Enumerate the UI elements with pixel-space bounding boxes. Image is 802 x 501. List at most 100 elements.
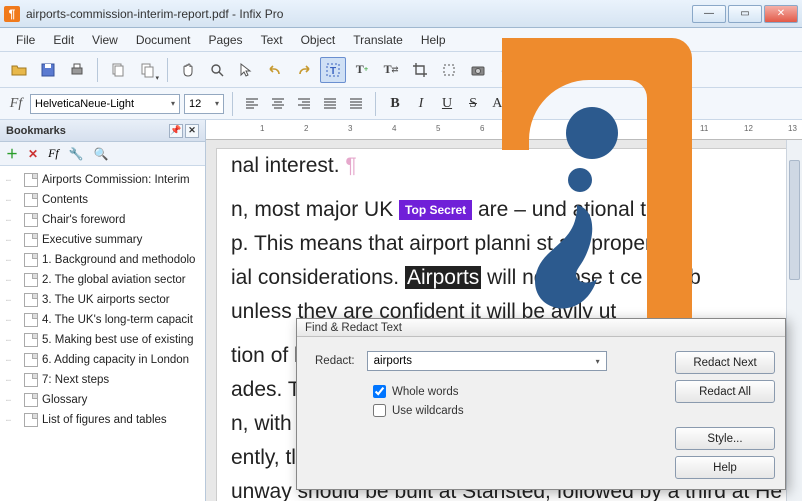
print-icon[interactable]	[64, 57, 90, 83]
align-justify-icon[interactable]	[319, 93, 341, 115]
align-right-icon[interactable]	[293, 93, 315, 115]
text-plus-icon[interactable]: T+	[349, 57, 375, 83]
camera-icon[interactable]	[465, 57, 491, 83]
font-label-icon: Ff	[6, 94, 26, 114]
font-combo[interactable]: HelveticaNeue-Light▾	[30, 94, 180, 114]
panel-pin-icon[interactable]: 📌	[169, 124, 183, 138]
bold-icon[interactable]: B	[384, 93, 406, 115]
subscript-icon[interactable]: A	[514, 93, 536, 115]
align-left-icon[interactable]	[241, 93, 263, 115]
bookmark-item: ┈Glossary	[2, 390, 203, 410]
dialog-title[interactable]: Find & Redact Text	[297, 319, 785, 337]
bookmark-item: ┈List of figures and tables	[2, 410, 203, 430]
minimize-button[interactable]: —	[692, 5, 726, 23]
bookmark-item: ┈7: Next steps	[2, 370, 203, 390]
eyedropper-icon[interactable]	[535, 57, 561, 83]
redo-icon[interactable]	[291, 57, 317, 83]
align-center-icon[interactable]	[267, 93, 289, 115]
link-icon[interactable]	[494, 57, 520, 83]
menu-pages[interactable]: Pages	[201, 31, 251, 49]
page-icon	[24, 173, 38, 187]
page-icon	[24, 393, 38, 407]
color-label: Col	[609, 64, 626, 76]
align-justify-all-icon[interactable]	[345, 93, 367, 115]
page-icon	[24, 273, 38, 287]
redact-input[interactable]: airports▾	[367, 351, 607, 371]
page-icon	[24, 293, 38, 307]
titlebar: ¶ airports-commission-interim-report.pdf…	[0, 0, 802, 28]
select-rect-icon[interactable]	[436, 57, 462, 83]
strike-icon[interactable]: S	[462, 93, 484, 115]
bookmark-item: ┈Airports Commission: Interim	[2, 170, 203, 190]
linked-text-icon[interactable]: T⇄	[378, 57, 404, 83]
hand-icon[interactable]	[175, 57, 201, 83]
bookmark-item: ┈5. Making best use of existing	[2, 330, 203, 350]
scrollbar-thumb[interactable]	[789, 160, 800, 280]
app-icon: ¶	[4, 6, 20, 22]
bookmark-find-icon[interactable]: 🔍	[94, 147, 109, 161]
page-icon	[24, 333, 38, 347]
redact-next-button[interactable]: Redact Next	[675, 351, 775, 374]
bookmark-item: ┈Chair's foreword	[2, 210, 203, 230]
redact-label: Redact:	[315, 355, 355, 367]
bookmarks-toolbar: ＋ ✕ Ff 🔧 🔍	[0, 142, 205, 166]
pilcrow-icon: ¶	[345, 154, 356, 177]
bookmark-item: ┈Executive summary	[2, 230, 203, 250]
maximize-button[interactable]: ▭	[728, 5, 762, 23]
bookmarks-tree[interactable]: ┈Airports Commission: Interim ┈Contents …	[0, 166, 205, 501]
page-icon	[24, 413, 38, 427]
bookmark-item: ┈1. Background and methodolo	[2, 250, 203, 270]
bookmark-wrench-icon[interactable]: 🔧	[69, 147, 84, 161]
window-title: airports-commission-interim-report.pdf -…	[26, 7, 692, 21]
pointer-icon[interactable]	[233, 57, 259, 83]
delete-bookmark-icon[interactable]: ✕	[28, 147, 38, 161]
bookmark-item: ┈4. The UK's long-term capacit	[2, 310, 203, 330]
menu-text[interactable]: Text	[253, 31, 291, 49]
text-tool-icon[interactable]: T	[320, 57, 346, 83]
menu-document[interactable]: Document	[128, 31, 199, 49]
bookmarks-title: Bookmarks	[6, 125, 66, 137]
add-bookmark-icon[interactable]: ＋	[6, 145, 18, 162]
italic-icon[interactable]: I	[410, 93, 432, 115]
bookmark-font-icon[interactable]: Ff	[48, 146, 59, 161]
menu-view[interactable]: View	[84, 31, 126, 49]
highlighted-word[interactable]: Airports	[405, 266, 481, 289]
menu-edit[interactable]: Edit	[45, 31, 82, 49]
open-icon[interactable]	[6, 57, 32, 83]
zoom-icon[interactable]	[204, 57, 230, 83]
copy-icon[interactable]	[105, 57, 131, 83]
redaction-label[interactable]: Top Secret	[399, 200, 472, 220]
toolbar-format: Ff HelveticaNeue-Light▾ 12▾ B I U S A2 A	[0, 88, 802, 120]
menu-help[interactable]: Help	[413, 31, 454, 49]
menu-file[interactable]: File	[8, 31, 43, 49]
crop-icon[interactable]	[407, 57, 433, 83]
help-button[interactable]: Help	[675, 456, 775, 479]
ruler[interactable]: 12345678910111213	[206, 120, 802, 140]
bookmark-item: ┈2. The global aviation sector	[2, 270, 203, 290]
find-redact-dialog: Find & Redact Text Redact: airports▾ Who…	[296, 318, 786, 490]
page-icon	[24, 193, 38, 207]
use-wildcards-checkbox[interactable]: Use wildcards	[373, 404, 675, 417]
color-swatch[interactable]	[580, 63, 598, 77]
vertical-scrollbar[interactable]	[786, 140, 802, 501]
superscript-icon[interactable]: A2	[488, 93, 510, 115]
undo-icon[interactable]	[262, 57, 288, 83]
underline-icon[interactable]: U	[436, 93, 458, 115]
svg-text:T: T	[330, 66, 336, 77]
redact-all-button[interactable]: Redact All	[675, 380, 775, 403]
page-icon	[24, 233, 38, 247]
menu-translate[interactable]: Translate	[345, 31, 411, 49]
paste-icon[interactable]: ▾	[134, 57, 160, 83]
page-icon	[24, 353, 38, 367]
page-icon	[24, 373, 38, 387]
menu-object[interactable]: Object	[293, 31, 344, 49]
page-icon	[24, 213, 38, 227]
style-button[interactable]: Style...	[675, 427, 775, 450]
close-button[interactable]: ✕	[764, 5, 798, 23]
bookmark-item: ┈Contents	[2, 190, 203, 210]
save-icon[interactable]	[35, 57, 61, 83]
font-size-combo[interactable]: 12▾	[184, 94, 224, 114]
page-icon	[24, 253, 38, 267]
whole-words-checkbox[interactable]: Whole words	[373, 385, 675, 398]
panel-close-icon[interactable]: ✕	[185, 124, 199, 138]
